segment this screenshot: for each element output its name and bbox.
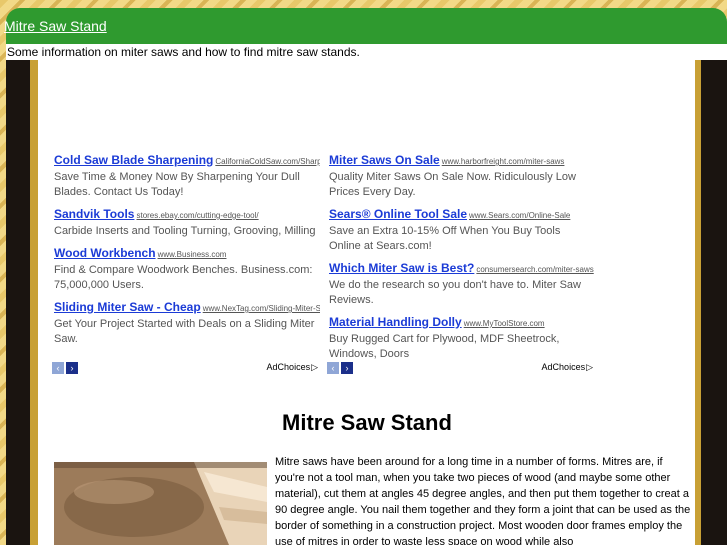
ad-description: Save an Extra 10-15% Off When You Buy To… [329, 225, 561, 252]
tagline-bar: Some information on miter saws and how t… [6, 44, 727, 60]
right-frame-border [701, 60, 727, 545]
ad-description: Save Time & Money Now By Sharpening Your… [54, 171, 300, 198]
ad-url-link[interactable]: www.MyToolStore.com [464, 319, 545, 328]
chevron-left-icon[interactable]: ‹ [327, 362, 339, 374]
adchoices-icon: ▷ [586, 362, 593, 372]
ad-item: Miter Saws On Sale www.harborfreight.com/… [329, 152, 595, 200]
left-frame-trim [30, 60, 38, 545]
ad-description: Carbide Inserts and Tooling Turning, Gro… [54, 225, 316, 237]
ad-title-link[interactable]: Cold Saw Blade Sharpening [54, 153, 213, 167]
wood-image [54, 462, 267, 545]
article-title: Mitre Saw Stand [282, 410, 452, 435]
ad-title-link[interactable]: Wood Workbench [54, 246, 156, 260]
ad-title-link[interactable]: Sliding Miter Saw - Cheap [54, 300, 201, 314]
ad-url-link[interactable]: www.Business.com [158, 250, 227, 259]
ad-description: Quality Miter Saws On Sale Now. Ridiculo… [329, 171, 576, 198]
article-body: Mitre saws have been around for a long t… [275, 456, 691, 545]
chevron-left-icon[interactable]: ‹ [52, 362, 64, 374]
chevron-right-icon[interactable]: › [341, 362, 353, 374]
ad-description: Buy Rugged Cart for Plywood, MDF Sheetro… [329, 333, 560, 360]
ad-item: Material Handling Dolly www.MyToolStore.c… [329, 314, 595, 362]
ad-url-link[interactable]: stores.ebay.com/cutting-edge-tool/ [136, 211, 258, 220]
ad-title-link[interactable]: Material Handling Dolly [329, 315, 462, 329]
ad-title-link[interactable]: Sandvik Tools [54, 207, 134, 221]
main-content: Cold Saw Blade Sharpening CaliforniaColdS… [38, 60, 695, 545]
adchoices-link[interactable]: AdChoices▷ [267, 362, 318, 373]
ad-url-link[interactable]: consumersearch.com/miter-saws [476, 265, 593, 274]
ad-description: Find & Compare Woodwork Benches. Busines… [54, 264, 313, 291]
adchoices-link[interactable]: AdChoices▷ [542, 362, 593, 373]
ad-item: Wood Workbench www.Business.com Find & Co… [54, 245, 320, 293]
ad-block-right: Miter Saws On Sale www.harborfreight.com/… [329, 152, 595, 368]
ad-url-link[interactable]: CaliforniaColdSaw.com/Sharp [215, 157, 320, 166]
site-tagline: Some information on miter saws and how t… [7, 45, 360, 59]
ad-item: Cold Saw Blade Sharpening CaliforniaColdS… [54, 152, 320, 200]
site-header [6, 8, 727, 44]
ad-block-left: Cold Saw Blade Sharpening CaliforniaColdS… [54, 152, 320, 353]
ad-description: We do the research so you don't have to.… [329, 279, 581, 306]
ad-item: Sears® Online Tool Sale www.Sears.com/Onl… [329, 206, 595, 254]
left-frame-border [6, 60, 30, 545]
ad-item: Sliding Miter Saw - Cheap www.NexTag.com/… [54, 299, 320, 347]
ad-url-link[interactable]: www.Sears.com/Online-Sale [469, 211, 570, 220]
wood-image-graphic [54, 462, 267, 545]
ad-description: Get Your Project Started with Deals on a… [54, 318, 315, 345]
ad-item: Sandvik Tools stores.ebay.com/cutting-edg… [54, 206, 320, 239]
ad-title-link[interactable]: Sears® Online Tool Sale [329, 207, 467, 221]
ad-url-link[interactable]: www.NexTag.com/Sliding-Miter-S [203, 304, 320, 313]
adchoices-label: AdChoices [266, 362, 311, 372]
adchoices-icon: ▷ [311, 362, 318, 372]
ad-url-link[interactable]: www.harborfreight.com/miter-saws [442, 157, 565, 166]
chevron-right-icon[interactable]: › [66, 362, 78, 374]
site-title-link[interactable]: Mitre Saw Stand [4, 18, 107, 34]
ad-title-link[interactable]: Which Miter Saw is Best? [329, 261, 474, 275]
ad-item: Which Miter Saw is Best? consumersearch.c… [329, 260, 595, 308]
ad-nav-left: ‹ › AdChoices▷ [52, 361, 318, 375]
ad-nav-right: ‹ › AdChoices▷ [327, 361, 593, 375]
adchoices-label: AdChoices [541, 362, 586, 372]
ad-title-link[interactable]: Miter Saws On Sale [329, 153, 440, 167]
